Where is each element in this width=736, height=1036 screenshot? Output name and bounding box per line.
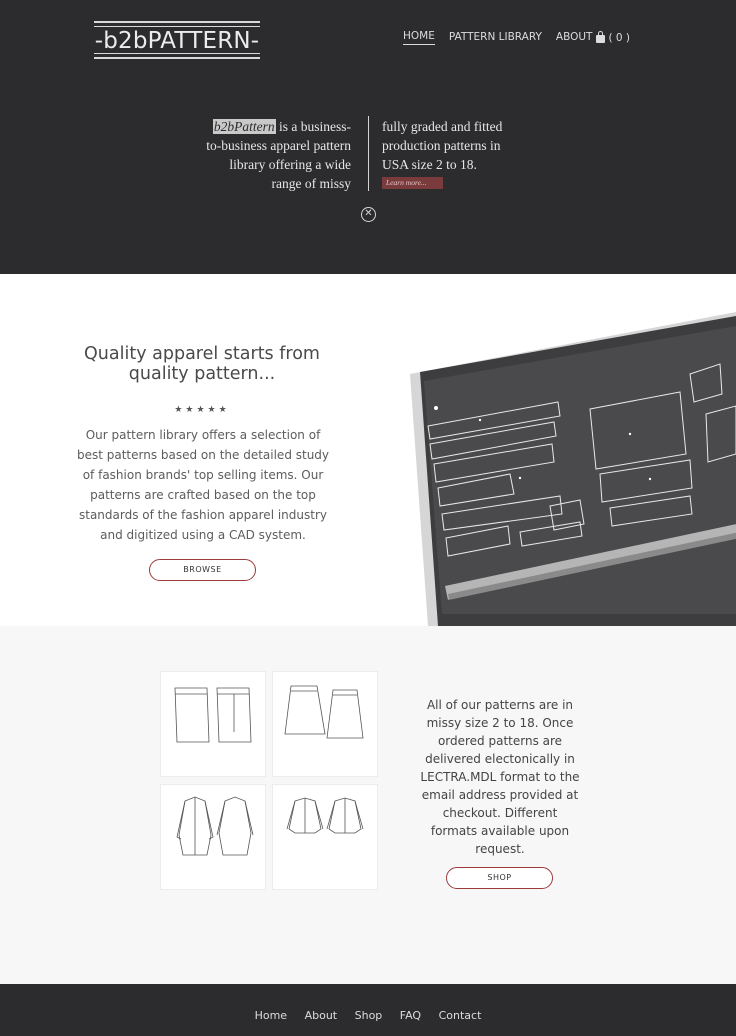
footer-link-contact[interactable]: Contact [439, 1009, 482, 1022]
pattern-tile-jacket[interactable] [272, 784, 378, 890]
nav-about[interactable]: ABOUT [556, 31, 593, 45]
intro-text-right: fully graded and fitted production patte… [382, 119, 503, 172]
close-icon[interactable]: ✕ [361, 207, 376, 222]
cart-count: ( 0 ) [608, 31, 631, 44]
a-line-skirt-icon [284, 685, 364, 739]
logo-text: -b2bPATTERN- [94, 28, 260, 54]
site-logo[interactable]: -b2bPATTERN- [94, 21, 260, 59]
site-footer: Home About Shop FAQ Contact [0, 984, 736, 1036]
footer-nav: Home About Shop FAQ Contact [0, 1009, 736, 1022]
quality-section: Quality apparel starts from quality patt… [0, 274, 736, 626]
shop-button[interactable]: SHOP [446, 867, 553, 889]
footer-link-home[interactable]: Home [255, 1009, 287, 1022]
intro-text-left: b2bPattern is a business-to-business app… [205, 117, 351, 193]
footer-link-shop[interactable]: Shop [355, 1009, 383, 1022]
main-nav: HOME PATTERN LIBRARY ABOUT ( 0 ) [403, 30, 630, 45]
intro-divider [368, 116, 369, 191]
coat-icon [176, 796, 254, 856]
pattern-tile-a-line-skirt[interactable] [272, 671, 378, 777]
pattern-tile-skirt[interactable] [160, 671, 266, 777]
pencil-skirt-icon [174, 687, 252, 743]
laptop-pattern-image [410, 312, 736, 626]
quality-title: Quality apparel starts from quality patt… [84, 344, 320, 384]
nav-home[interactable]: HOME [403, 30, 435, 45]
shopping-bag-icon [596, 30, 606, 43]
pattern-tile-coat[interactable] [160, 784, 266, 890]
stars-divider: ★★★★★ [174, 404, 230, 414]
footer-link-faq[interactable]: FAQ [400, 1009, 421, 1022]
learn-more-link[interactable]: Learn more... [382, 177, 443, 189]
footer-link-about[interactable]: About [305, 1009, 338, 1022]
jacket-icon [286, 797, 364, 834]
patterns-description: All of our patterns are in missy size 2 … [420, 698, 580, 856]
nav-pattern-library[interactable]: PATTERN LIBRARY [449, 31, 542, 45]
intro-brand: b2bPattern [212, 119, 276, 134]
browse-button[interactable]: BROWSE [149, 559, 256, 581]
patterns-section: All of our patterns are in missy size 2 … [0, 626, 736, 984]
hero-header: -b2bPATTERN- HOME PATTERN LIBRARY ABOUT … [0, 0, 736, 274]
cart-link[interactable]: ( 0 ) [596, 30, 631, 44]
quality-description: Our pattern library offers a selection o… [76, 428, 330, 542]
